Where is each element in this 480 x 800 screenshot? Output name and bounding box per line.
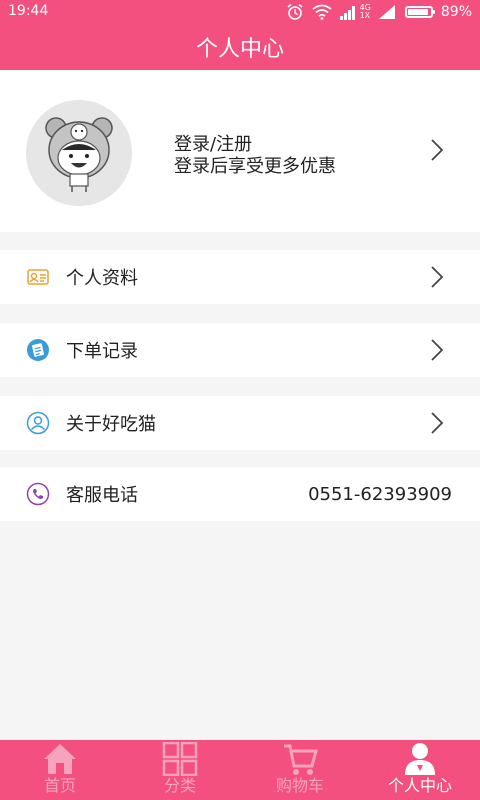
page-title: 个人中心 (195, 37, 284, 62)
cart-icon (284, 744, 318, 775)
grid-icon (162, 742, 198, 776)
signal-icon (339, 6, 355, 20)
network-1x-label: 1X (359, 11, 371, 20)
status-icons: 4G 1X 89% (286, 2, 472, 22)
id-card-icon (27, 269, 49, 285)
battery-level (407, 9, 428, 15)
customer-service-phone[interactable]: 0551-62393909 (308, 484, 452, 505)
tab-category[interactable]: 分类 (120, 740, 240, 800)
login-card[interactable]: 登录/注册 登录后享受更多优惠 (0, 70, 480, 232)
tab-label-category: 分类 (163, 776, 196, 795)
menu-label-about: 关于好吃猫 (66, 414, 156, 435)
wifi-icon (312, 4, 332, 20)
tab-home[interactable]: 首页 (0, 740, 120, 800)
menu-item-order-records[interactable]: 下单记录 (0, 323, 480, 377)
menu-item-customer-service[interactable]: 客服电话 0551-62393909 (0, 467, 480, 521)
tab-label-home: 首页 (43, 776, 76, 795)
status-bar: 19:44 4G 1X 89% (0, 0, 480, 24)
menu-item-about[interactable]: 关于好吃猫 (0, 396, 480, 450)
network-type: 4G 1X (360, 4, 371, 20)
alarm-icon (287, 3, 303, 20)
order-list-icon (27, 339, 49, 361)
tab-profile[interactable]: 个人中心 (360, 740, 480, 800)
page-header: 个人中心 (0, 24, 480, 70)
login-subtitle: 登录后享受更多优惠 (174, 156, 336, 177)
menu-label-customer-service: 客服电话 (66, 485, 138, 506)
home-icon (44, 744, 76, 774)
tab-cart[interactable]: 购物车 (240, 740, 360, 800)
avatar[interactable] (26, 100, 132, 206)
menu-label-personal-info: 个人资料 (66, 268, 138, 289)
status-time: 19:44 (8, 3, 49, 19)
menu-item-personal-info[interactable]: 个人资料 (0, 250, 480, 304)
user-circle-icon (26, 411, 50, 435)
tab-label-cart: 购物车 (275, 776, 324, 795)
signal-icon-2 (378, 5, 395, 19)
chevron-right-icon (431, 339, 444, 361)
avatar-image (26, 100, 132, 206)
tab-label-profile: 个人中心 (387, 776, 452, 795)
phone-icon (26, 482, 50, 506)
battery-percent: 89% (440, 4, 472, 20)
menu-label-order-records: 下单记录 (66, 341, 138, 362)
user-profile-icon (405, 743, 435, 775)
battery-icon (404, 6, 435, 18)
chevron-right-icon (431, 266, 444, 288)
bottom-tab-bar: 首页 分类 购物车 个人中心 (0, 740, 480, 800)
chevron-right-icon (431, 412, 444, 434)
chevron-right-icon (431, 139, 444, 161)
